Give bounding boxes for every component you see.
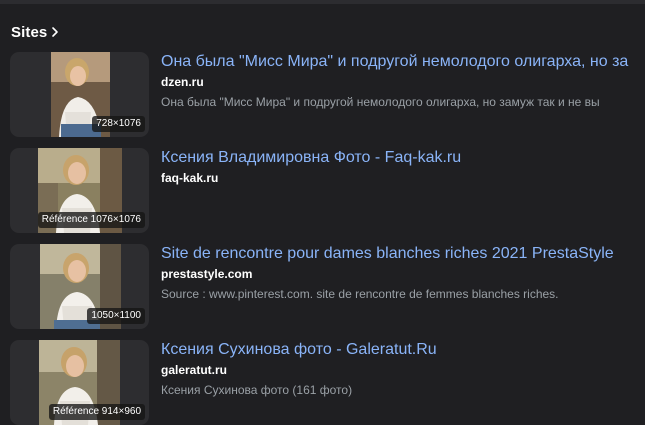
result-item: Référence 1076×1076 Ксения Владимировна … — [10, 148, 645, 236]
result-item: Référence 914×960 Ксения Сухинова фото -… — [10, 340, 645, 425]
result-title-link[interactable]: Она была "Мисс Мира" и подругой немолодо… — [161, 52, 645, 72]
result-title-link[interactable]: Ксения Сухинова фото - Galeratut.Ru — [161, 340, 645, 360]
image-size-badge: Référence 1076×1076 — [37, 212, 145, 228]
result-info: Site de rencontre pour dames blanches ri… — [161, 244, 645, 301]
result-snippet: Ксения Сухинова фото (161 фото) — [161, 383, 353, 397]
result-domain[interactable]: prestastyle.com — [161, 267, 252, 281]
top-divider — [0, 0, 645, 4]
result-thumbnail[interactable]: 728×1076 — [10, 52, 149, 137]
sites-header[interactable]: Sites — [11, 22, 60, 42]
result-thumbnail[interactable]: Référence 1076×1076 — [10, 148, 149, 233]
result-domain[interactable]: dzen.ru — [161, 75, 204, 89]
result-info: Она была "Мисс Мира" и подругой немолодо… — [161, 52, 645, 109]
image-size-badge: 728×1076 — [92, 116, 145, 132]
results-panel: Sites 728×1076 Она была "Мисс Мира" и по… — [0, 0, 645, 425]
page-edge-right — [645, 0, 650, 428]
result-thumbnail[interactable]: Référence 914×960 — [10, 340, 149, 425]
result-item: 1050×1100 Site de rencontre pour dames b… — [10, 244, 645, 332]
result-info: Ксения Владимировна Фото - Faq-kak.ru fa… — [161, 148, 645, 187]
result-thumbnail[interactable]: 1050×1100 — [10, 244, 149, 329]
sites-title: Sites — [11, 23, 48, 41]
image-size-badge: Référence 914×960 — [48, 404, 145, 420]
result-title-link[interactable]: Ксения Владимировна Фото - Faq-kak.ru — [161, 148, 645, 168]
result-item: 728×1076 Она была "Мисс Мира" и подругой… — [10, 52, 645, 140]
chevron-right-icon — [52, 27, 59, 37]
result-domain[interactable]: galeratut.ru — [161, 363, 227, 377]
result-snippet: Source : www.pinterest.com. site de renc… — [161, 287, 559, 301]
result-title-link[interactable]: Site de rencontre pour dames blanches ri… — [161, 244, 645, 264]
result-info: Ксения Сухинова фото - Galeratut.Ru gale… — [161, 340, 645, 397]
image-size-badge: 1050×1100 — [87, 308, 145, 324]
result-domain[interactable]: faq-kak.ru — [161, 171, 218, 185]
result-snippet: Она была "Мисс Мира" и подругой немолодо… — [161, 95, 600, 109]
